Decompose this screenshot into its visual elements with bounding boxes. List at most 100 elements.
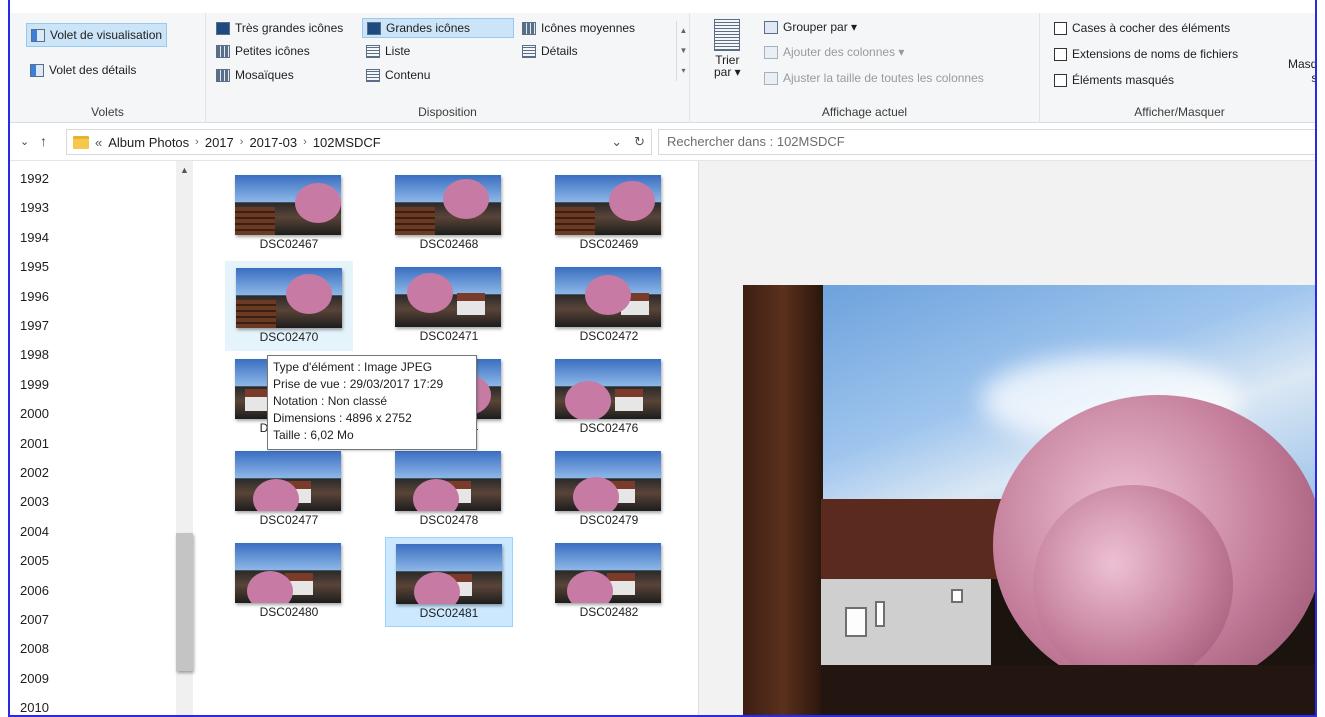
nav-year-item[interactable]: 2010 xyxy=(20,700,49,715)
scroll-up-icon[interactable]: ▲ xyxy=(180,165,189,175)
layout-small-icons[interactable]: Petites icônes xyxy=(212,42,314,60)
address-field[interactable]: « Album Photos › 2017 › 2017-03 › 102MSD… xyxy=(66,129,652,155)
file-thumbnail xyxy=(396,544,502,604)
extra-large-icons-icon xyxy=(216,21,230,35)
file-item[interactable]: DSC02482 xyxy=(545,537,673,627)
add-columns-button[interactable]: Ajouter des colonnes ▾ xyxy=(760,43,908,61)
tooltip-type: Type d'élément : Image JPEG xyxy=(273,360,433,374)
layout-label: Détails xyxy=(541,44,578,58)
file-item[interactable]: DSC02478 xyxy=(385,445,513,535)
layout-label: Liste xyxy=(385,44,411,58)
checkbox-label: Éléments masqués xyxy=(1072,73,1175,87)
file-item[interactable]: DSC02467 xyxy=(225,169,353,259)
layout-label: Grandes icônes xyxy=(386,21,471,35)
group-label-affichage: Affichage actuel xyxy=(821,105,908,119)
fit-columns-button[interactable]: Ajuster la taille de toutes les colonnes xyxy=(760,69,988,87)
layout-tiles[interactable]: Mosaïques xyxy=(212,66,298,84)
group-by-button[interactable]: Grouper par ▾ xyxy=(760,18,861,36)
chevron-down-icon[interactable]: ⌄ xyxy=(611,134,622,150)
file-thumbnail xyxy=(555,267,661,327)
photo-window xyxy=(875,601,885,627)
nav-year-item[interactable]: 1993 xyxy=(20,200,49,215)
photo-blossom-tree xyxy=(1033,485,1233,685)
chevron-right-icon[interactable]: › xyxy=(240,136,244,148)
file-item[interactable]: DSC02481 xyxy=(385,537,513,627)
checkbox-icon[interactable] xyxy=(1054,73,1067,87)
layout-gallery-scroller[interactable]: ▲ ▼ ▾ xyxy=(676,21,690,81)
breadcrumb-item[interactable]: Album Photos xyxy=(108,135,189,150)
hide-selected-button[interactable]: Masqu se xyxy=(1284,55,1317,87)
nav-year-item[interactable]: 1999 xyxy=(20,377,49,392)
file-item[interactable]: DSC02476 xyxy=(545,353,673,443)
tooltip-dimensions: Dimensions : 4896 x 2752 xyxy=(273,411,412,425)
scroll-up-icon[interactable]: ▲ xyxy=(677,21,690,41)
nav-year-item[interactable]: 2005 xyxy=(20,553,49,568)
scrollbar-thumb[interactable] xyxy=(176,533,193,671)
checkbox-label: Extensions de noms de fichiers xyxy=(1072,47,1239,61)
nav-year-item[interactable]: 2004 xyxy=(20,524,49,539)
hidden-items-toggle[interactable]: Éléments masqués xyxy=(1050,71,1178,89)
photo-roof xyxy=(821,499,1001,579)
nav-year-item[interactable]: 2001 xyxy=(20,436,49,451)
sort-icon xyxy=(714,19,741,51)
file-item[interactable]: DSC02472 xyxy=(545,261,673,351)
nav-year-item[interactable]: 2002 xyxy=(20,465,49,480)
scroll-down-icon[interactable]: ▼ xyxy=(677,41,690,61)
details-pane-button[interactable]: Volet des détails xyxy=(26,59,140,81)
layout-medium-icons[interactable]: Icônes moyennes xyxy=(518,19,639,37)
nav-year-item[interactable]: 2006 xyxy=(20,583,49,598)
nav-year-item[interactable]: 1998 xyxy=(20,347,49,362)
file-item[interactable]: DSC02471 xyxy=(385,261,513,351)
nav-year-item[interactable]: 1994 xyxy=(20,230,49,245)
layout-details[interactable]: Détails xyxy=(518,42,582,60)
file-thumbnail xyxy=(555,543,661,603)
layout-label: Très grandes icônes xyxy=(235,21,344,35)
file-item[interactable]: DSC02479 xyxy=(545,445,673,535)
sort-by-button[interactable]: Trier par ▾ xyxy=(710,17,745,81)
nav-year-item[interactable]: 2000 xyxy=(20,406,49,421)
nav-year-item[interactable]: 1995 xyxy=(20,259,49,274)
nav-year-item[interactable]: 2007 xyxy=(20,612,49,627)
file-thumbnail xyxy=(235,543,341,603)
nav-year-item[interactable]: 2003 xyxy=(20,494,49,509)
expand-icon[interactable]: ▾ xyxy=(677,61,690,81)
nav-year-item[interactable]: 1997 xyxy=(20,318,49,333)
nav-year-item[interactable]: 1992 xyxy=(20,171,49,186)
recent-locations-icon[interactable]: ⌄ xyxy=(20,135,29,148)
breadcrumb-item[interactable]: 102MSDCF xyxy=(313,135,381,150)
file-item[interactable]: DSC02480 xyxy=(225,537,353,627)
file-thumbnail xyxy=(235,175,341,235)
file-extensions-toggle[interactable]: Extensions de noms de fichiers xyxy=(1050,45,1242,63)
up-arrow-icon[interactable]: ↑ xyxy=(40,133,47,149)
file-item[interactable]: DSC02477 xyxy=(225,445,353,535)
file-item[interactable]: DSC02468 xyxy=(385,169,513,259)
file-item[interactable]: DSC02469 xyxy=(545,169,673,259)
file-name: DSC02479 xyxy=(579,513,639,527)
group-disposition: Très grandes icônes Grandes icônes Icône… xyxy=(206,13,690,123)
refresh-icon[interactable]: ↻ xyxy=(634,134,645,150)
layout-list[interactable]: Liste xyxy=(362,42,414,60)
nav-year-item[interactable]: 2009 xyxy=(20,671,49,686)
sort-label-2: par ▾ xyxy=(714,65,741,79)
item-checkboxes-toggle[interactable]: Cases à cocher des éléments xyxy=(1050,19,1234,37)
layout-large-icons[interactable]: Grandes icônes xyxy=(362,18,514,38)
nav-scrollbar[interactable]: ▲ xyxy=(176,161,193,715)
preview-pane-button[interactable]: Volet de visualisation xyxy=(26,23,168,47)
nav-year-item[interactable]: 2008 xyxy=(20,641,49,656)
nav-year-item[interactable]: 1996 xyxy=(20,289,49,304)
layout-content[interactable]: Contenu xyxy=(362,66,434,84)
group-label-afficher: Afficher/Masquer xyxy=(1134,105,1225,119)
hide-selected-label: Masqu xyxy=(1288,57,1317,71)
breadcrumb-item[interactable]: 2017-03 xyxy=(249,135,297,150)
checkbox-icon[interactable] xyxy=(1054,47,1067,61)
chevron-right-icon[interactable]: › xyxy=(303,136,307,148)
navigation-pane: 1992 1993 1994 1995 1996 1997 1998 1999 2000 2001… xyxy=(10,161,198,715)
file-item[interactable]: DSC02470 xyxy=(225,261,353,351)
layout-extra-large-icons[interactable]: Très grandes icônes xyxy=(212,19,347,37)
breadcrumb-item[interactable]: 2017 xyxy=(205,135,234,150)
breadcrumb-overflow[interactable]: « xyxy=(95,135,102,150)
chevron-right-icon[interactable]: › xyxy=(195,136,199,148)
search-input[interactable]: Rechercher dans : 102MSDCF xyxy=(658,129,1315,155)
group-afficher-masquer: Cases à cocher des éléments Extensions d… xyxy=(1040,13,1317,123)
checkbox-icon[interactable] xyxy=(1054,21,1067,35)
